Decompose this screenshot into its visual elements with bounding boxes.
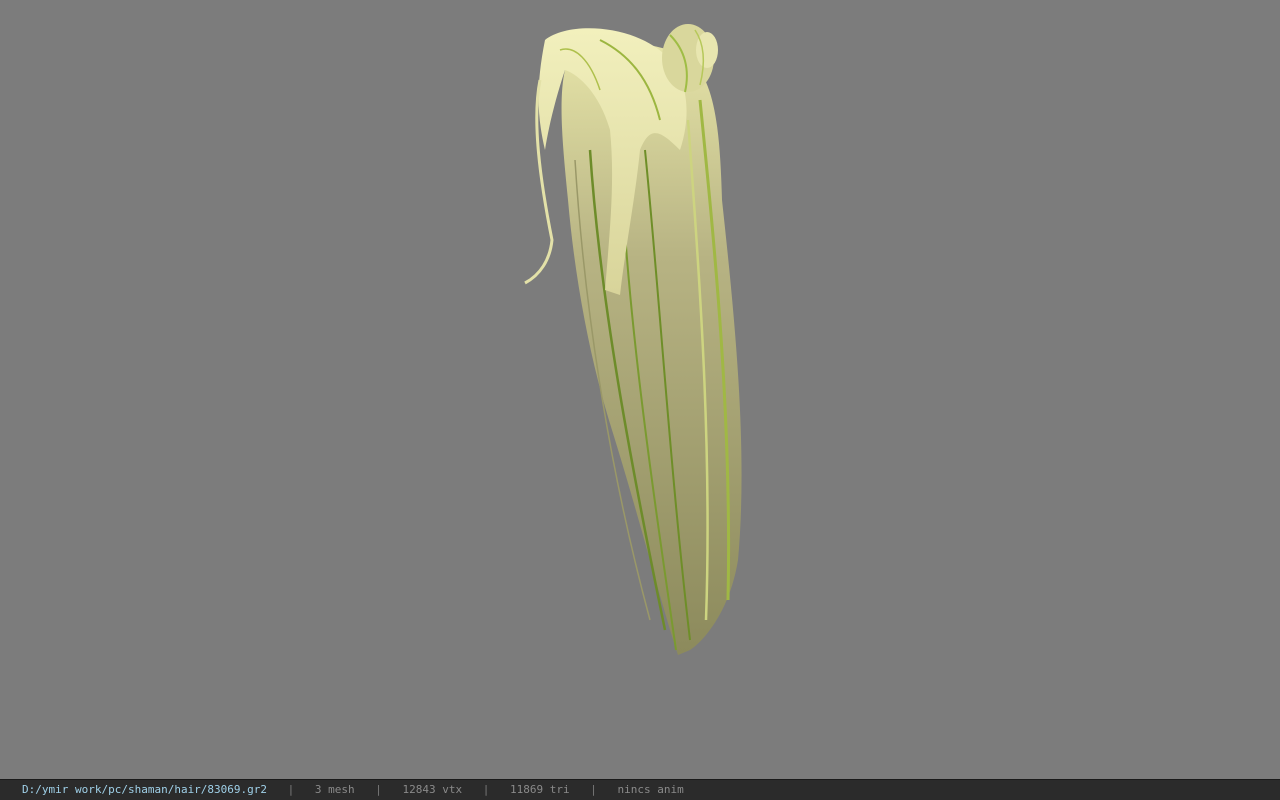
- triangle-count: 11869 tri: [510, 783, 570, 796]
- vertex-count: 12843 vtx: [402, 783, 463, 796]
- hair-model-render[interactable]: [0, 0, 1280, 779]
- status-separator: |: [590, 783, 597, 796]
- status-separator: |: [375, 783, 382, 796]
- status-separator: |: [482, 783, 490, 796]
- mesh-count: 3 mesh: [314, 783, 355, 796]
- status-bar: D:/ymir work/pc/shaman/hair/83069.gr2 | …: [0, 779, 1280, 800]
- 3d-viewport[interactable]: [0, 0, 1280, 779]
- animation-status: nincs anim: [617, 783, 684, 796]
- file-path: D:/ymir work/pc/shaman/hair/83069.gr2: [22, 783, 268, 796]
- status-separator: |: [287, 783, 295, 796]
